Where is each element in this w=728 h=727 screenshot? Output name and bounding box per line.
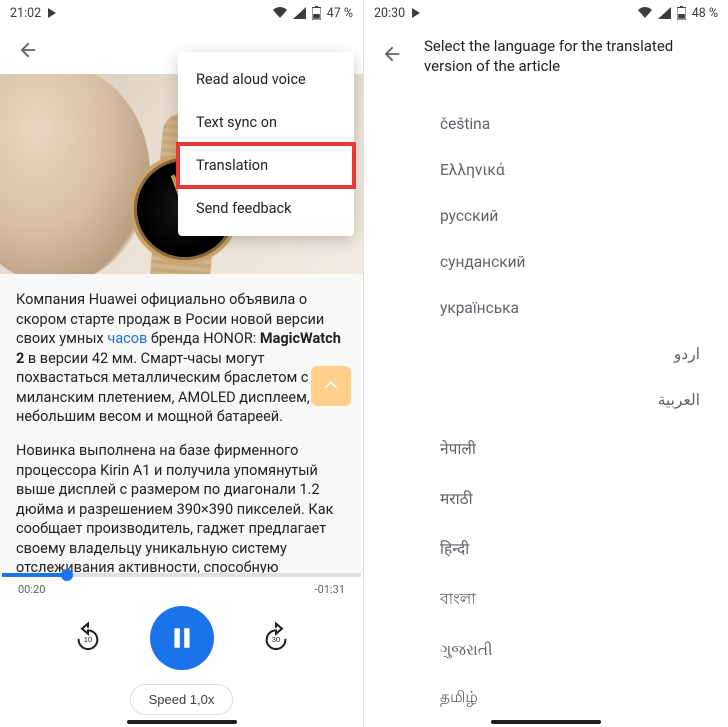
page-title: Select the language for the translated v…	[424, 36, 716, 77]
menu-item-text-sync-on[interactable]: Text sync on	[178, 101, 354, 144]
signal-icon	[293, 7, 306, 19]
speed-button[interactable]: Speed 1,0x	[130, 684, 234, 715]
forward-30-button[interactable]: 30	[254, 616, 298, 660]
status-bar: 20:30 48 %	[364, 0, 728, 26]
wifi-icon	[638, 7, 652, 19]
pause-button[interactable]	[150, 606, 214, 670]
language-list: češtinaΕλληνικάрусскийсунданскийукраїнсь…	[364, 77, 728, 727]
status-time: 20:30	[374, 6, 405, 21]
language-item[interactable]: العربية	[364, 377, 728, 423]
gesture-bar	[491, 720, 601, 724]
time-elapsed: 00:20	[18, 583, 45, 596]
status-battery-pct: 47 %	[327, 6, 353, 21]
language-item[interactable]: čeština	[364, 101, 728, 147]
battery-icon	[677, 6, 686, 20]
language-item[interactable]: मराठी	[364, 473, 728, 523]
play-indicator-icon	[47, 8, 57, 18]
language-item[interactable]: українська	[364, 285, 728, 331]
audio-player: 00:20 -01:31 10	[0, 573, 363, 727]
language-item[interactable]: Ελληνικά	[364, 147, 728, 193]
toolbar: Select the language for the translated v…	[364, 26, 728, 77]
language-item[interactable]: сунданский	[364, 239, 728, 285]
menu-item-send-feedback[interactable]: Send feedback	[178, 187, 354, 230]
language-item[interactable]: اردو	[364, 331, 728, 377]
svg-text:10: 10	[83, 635, 92, 644]
language-item[interactable]: हिन्दी	[364, 523, 728, 573]
menu-item-translation[interactable]: Translation	[178, 144, 354, 187]
signal-icon	[658, 7, 671, 19]
language-item[interactable]: русский	[364, 193, 728, 239]
language-item[interactable]: ગુજરાતી	[364, 627, 728, 674]
progress-bar[interactable]	[2, 573, 361, 577]
status-battery-pct: 48 %	[692, 6, 718, 21]
back-button[interactable]	[376, 38, 408, 70]
status-bar: 21:02 47 %	[0, 0, 363, 26]
menu-item-read-aloud-voice[interactable]: Read aloud voice	[178, 58, 354, 101]
play-indicator-icon	[411, 8, 421, 18]
language-item[interactable]: தமிழ்	[364, 674, 728, 722]
back-button[interactable]	[12, 34, 44, 66]
language-item[interactable]: বাংলা	[364, 573, 728, 627]
overflow-menu: Read aloud voiceText sync onTranslationS…	[178, 52, 354, 236]
article-link[interactable]: часов	[107, 330, 147, 347]
language-item[interactable]: नेपाली	[364, 423, 728, 473]
scroll-top-button[interactable]	[311, 366, 351, 406]
progress-thumb-icon[interactable]	[61, 569, 73, 581]
article-text: в версии 42 мм. Смарт-часы могут похваст…	[16, 350, 310, 426]
status-time: 21:02	[10, 6, 41, 21]
time-remaining: -01:31	[315, 583, 345, 596]
article-paragraph: Компания Huawei официально объявила о ск…	[16, 290, 347, 427]
gesture-bar	[127, 720, 237, 724]
svg-text:30: 30	[271, 635, 280, 644]
rewind-10-button[interactable]: 10	[66, 616, 110, 660]
wifi-icon	[273, 7, 287, 19]
article-text: бренда HONOR:	[147, 330, 260, 347]
phone-right: 20:30 48 % Sele	[364, 0, 728, 727]
battery-icon	[312, 6, 321, 20]
phone-left: 21:02 47 %	[0, 0, 364, 727]
